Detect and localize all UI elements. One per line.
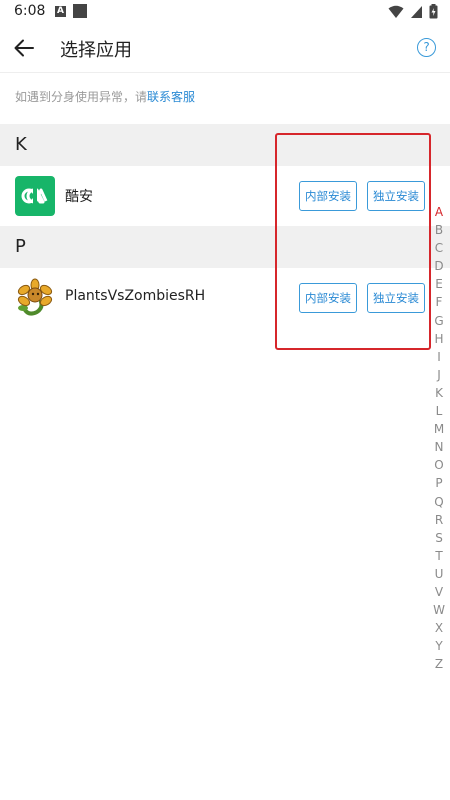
section-letter: P xyxy=(15,236,26,257)
status-indicators xyxy=(388,4,438,19)
battery-icon xyxy=(429,4,438,19)
index-letter-s[interactable]: S xyxy=(432,529,446,547)
status-time: 6:08 xyxy=(14,3,46,19)
section-header-p: P xyxy=(0,226,450,268)
notice-message: 如遇到分身使用异常，请 xyxy=(15,90,148,104)
index-letter-e[interactable]: E xyxy=(432,275,446,293)
index-letter-j[interactable]: J xyxy=(432,366,446,384)
index-letter-y[interactable]: Y xyxy=(432,637,446,655)
index-letter-i[interactable]: I xyxy=(432,348,446,366)
index-letter-f[interactable]: F xyxy=(432,293,446,311)
app-bar: 选择应用 ? xyxy=(0,24,450,72)
app-row-coolapk: 酷安 内部安装 独立安装 xyxy=(0,166,450,226)
index-letter-g[interactable]: G xyxy=(432,312,446,330)
index-letter-v[interactable]: V xyxy=(432,583,446,601)
plants-vs-zombies-icon xyxy=(15,278,55,318)
section-letter: K xyxy=(15,134,27,155)
internal-install-button[interactable]: 内部安装 xyxy=(299,283,357,313)
wifi-icon xyxy=(388,5,404,18)
index-letter-z[interactable]: Z xyxy=(432,655,446,673)
header-divider xyxy=(0,72,450,73)
index-letter-x[interactable]: X xyxy=(432,619,446,637)
index-letter-k[interactable]: K xyxy=(432,384,446,402)
notice-text: 如遇到分身使用异常，请联系客服 xyxy=(15,88,195,105)
index-letter-m[interactable]: M xyxy=(432,420,446,438)
standalone-install-button[interactable]: 独立安装 xyxy=(367,181,425,211)
index-letter-n[interactable]: N xyxy=(432,438,446,456)
index-letter-d[interactable]: D xyxy=(432,257,446,275)
index-letter-p[interactable]: P xyxy=(432,474,446,492)
index-letter-r[interactable]: R xyxy=(432,511,446,529)
notification-a-icon: A xyxy=(55,6,66,17)
index-letter-w[interactable]: W xyxy=(432,601,446,619)
arrow-left-icon xyxy=(14,39,34,57)
index-letter-o[interactable]: O xyxy=(432,456,446,474)
index-letter-c[interactable]: C xyxy=(432,239,446,257)
index-letter-a[interactable]: A xyxy=(432,203,446,221)
signal-icon xyxy=(411,5,422,18)
alphabet-index-bar[interactable]: ABCDEFGHIJKLMNOPQRSTUVWXYZ xyxy=(432,203,446,673)
index-letter-b[interactable]: B xyxy=(432,221,446,239)
app-name: PlantsVsZombiesRH xyxy=(65,288,206,304)
index-letter-h[interactable]: H xyxy=(432,330,446,348)
back-button[interactable] xyxy=(10,34,38,62)
coolapk-icon xyxy=(15,176,55,216)
index-letter-u[interactable]: U xyxy=(432,565,446,583)
standalone-install-button[interactable]: 独立安装 xyxy=(367,283,425,313)
app-row-plants-vs-zombies: PlantsVsZombiesRH 内部安装 独立安装 xyxy=(0,268,450,328)
index-letter-l[interactable]: L xyxy=(432,402,446,420)
help-icon[interactable]: ? xyxy=(417,38,436,57)
contact-support-link[interactable]: 联系客服 xyxy=(147,90,195,104)
index-letter-q[interactable]: Q xyxy=(432,493,446,511)
status-bar: 6:08 A xyxy=(0,0,450,24)
internal-install-button[interactable]: 内部安装 xyxy=(299,181,357,211)
section-header-k: K xyxy=(0,124,450,166)
page-title: 选择应用 xyxy=(60,40,132,61)
index-letter-t[interactable]: T xyxy=(432,547,446,565)
notification-square-icon xyxy=(73,4,87,18)
app-name: 酷安 xyxy=(65,189,93,205)
